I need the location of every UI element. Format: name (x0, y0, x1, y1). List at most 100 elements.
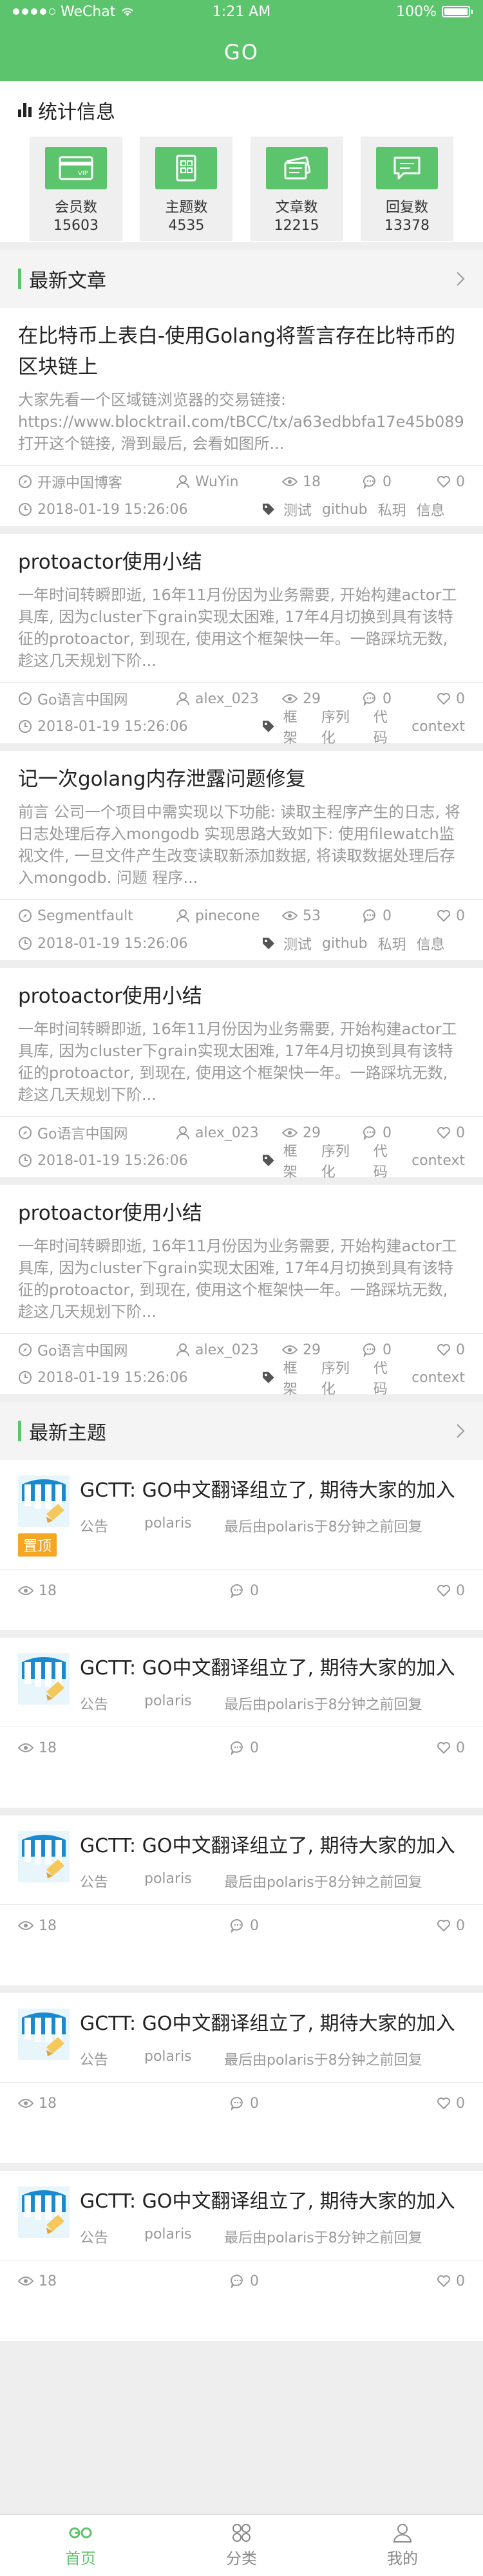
topic-title[interactable]: GCTT: GO中文翻译组立了, 期待大家的加入 (80, 2186, 465, 2217)
topic-author[interactable]: polaris (144, 1693, 224, 1714)
article-meta-date: 2018-01-19 15:26:06 框架 序列化 代码 context (18, 1144, 465, 1180)
avatar[interactable] (18, 1831, 70, 1891)
article-tag[interactable]: github (322, 502, 368, 518)
like-button[interactable]: 0 (437, 1740, 465, 1756)
article-card[interactable]: protoactor使用小结 一年时间转瞬即逝, 16年11月份因为业务需要, 开… (0, 1185, 483, 1397)
article-source[interactable]: Go语言中国网 (37, 1340, 128, 1360)
tab-mine[interactable]: 我的 (322, 2515, 483, 2576)
article-title[interactable]: protoactor使用小结 (18, 1198, 465, 1229)
stat-card-articles[interactable]: 文章数 12215 (250, 137, 343, 241)
article-meta-date: 2018-01-19 15:26:06 测试 github 私玥 信息 (18, 498, 465, 526)
like-count: 0 (456, 1124, 465, 1141)
like-button[interactable]: 0 (437, 2273, 465, 2289)
article-author[interactable]: pinecone (195, 908, 260, 924)
article-author[interactable]: alex_023 (195, 691, 259, 707)
like-button[interactable]: 0 (437, 1125, 465, 1141)
article-tag[interactable]: 序列化 (321, 1357, 363, 1398)
article-source[interactable]: 开源中国博客 (37, 471, 122, 492)
topic-card[interactable]: GCTT: GO中文翻译组立了, 期待大家的加入 公告 polaris 最后由pola… (0, 1993, 483, 2163)
article-card[interactable]: protoactor使用小结 一年时间转瞬即逝, 16年11月份因为业务需要, 开… (0, 968, 483, 1180)
topic-title[interactable]: GCTT: GO中文翻译组立了, 期待大家的加入 (80, 1831, 465, 1862)
article-title[interactable]: 在比特币上表白-使用Golang将誓言存在比特币的区块链上 (18, 321, 465, 383)
article-tag[interactable]: context (412, 719, 465, 735)
article-tag[interactable]: 信息 (417, 933, 445, 954)
avatar[interactable] (18, 1653, 70, 1714)
article-tag[interactable]: 框架 (283, 706, 311, 747)
article-author[interactable]: alex_023 (195, 1342, 259, 1358)
gopher-avatar-icon (18, 2009, 70, 2060)
article-title[interactable]: protoactor使用小结 (18, 547, 465, 578)
topic-title[interactable]: GCTT: GO中文翻译组立了, 期待大家的加入 (80, 1653, 465, 1684)
article-source[interactable]: Segmentfault (37, 908, 133, 924)
article-tags: 框架 序列化 代码 context (261, 1357, 465, 1398)
like-button[interactable]: 0 (437, 1342, 465, 1358)
topic-card[interactable]: GCTT: GO中文翻译组立了, 期待大家的加入 公告 polaris 最后由pola… (0, 1638, 483, 1808)
topic-author[interactable]: polaris (144, 1515, 224, 1536)
article-tag[interactable]: 测试 (283, 933, 312, 954)
topics-section-header[interactable]: 最新主题 (0, 1402, 483, 1460)
article-tag[interactable]: 私玥 (378, 499, 406, 520)
article-source[interactable]: Go语言中国网 (37, 688, 128, 709)
topic-card[interactable]: GCTT: GO中文翻译组立了, 期待大家的加入公告 polaris 最后由pola… (0, 1815, 483, 1985)
avatar[interactable] (18, 2009, 70, 2069)
like-button[interactable]: 0 (437, 1918, 465, 1934)
topic-card[interactable]: 置顶 GCTT: GO中文翻译组立了, 期待大家的加入 公告 polaris 最后由po… (0, 1460, 483, 1630)
like-button[interactable]: 0 (437, 691, 465, 707)
articles-section-header[interactable]: 最新文章 (0, 250, 483, 308)
like-count: 0 (456, 907, 465, 924)
article-summary: 一年时间转瞬即逝, 16年11月份因为业务需要, 开始构建actor工具库, 因… (18, 586, 457, 670)
like-button[interactable]: 0 (437, 1583, 465, 1599)
avatar[interactable] (18, 2186, 70, 2247)
article-tag[interactable]: 信息 (417, 499, 445, 520)
like-count: 0 (456, 1739, 465, 1756)
article-tag[interactable]: context (412, 1370, 465, 1386)
topic-node[interactable]: 公告 (80, 1693, 144, 1714)
stat-card-members[interactable]: VIP 会员数 15603 (30, 137, 122, 241)
topic-author[interactable]: polaris (144, 2226, 224, 2247)
article-tag[interactable]: 私玥 (378, 933, 406, 954)
topic-title[interactable]: GCTT: GO中文翻译组立了, 期待大家的加入 (80, 1475, 465, 1506)
topic-info: 公告 polaris 最后由polaris于8分钟之前回复 (80, 1871, 465, 1891)
topic-author[interactable]: polaris (144, 1871, 224, 1891)
article-tag[interactable]: 代码 (374, 1140, 401, 1181)
topic-title[interactable]: GCTT: GO中文翻译组立了, 期待大家的加入 (80, 2009, 465, 2040)
topic-node[interactable]: 公告 (80, 1515, 144, 1536)
article-title[interactable]: protoactor使用小结 (18, 981, 465, 1012)
article-source[interactable]: Go语言中国网 (37, 1122, 128, 1143)
article-tag[interactable]: context (412, 1153, 465, 1169)
article-summary: 大家先看一个区域链浏览器的交易链接: https://www.blocktrai… (18, 391, 465, 453)
topic-node[interactable]: 公告 (80, 2049, 144, 2069)
vip-card-icon: VIP (45, 147, 107, 189)
article-tag[interactable]: 框架 (283, 1140, 311, 1181)
stat-card-replies[interactable]: 回复数 13378 (360, 137, 453, 241)
topic-node[interactable]: 公告 (80, 1871, 144, 1891)
like-button[interactable]: 0 (437, 908, 465, 924)
articles-section-title: 最新文章 (29, 270, 106, 292)
like-button[interactable]: 0 (437, 474, 465, 490)
topic-card[interactable]: GCTT: GO中文翻译组立了, 期待大家的加入 公告 polaris 最后由pola… (0, 2171, 483, 2341)
article-tag[interactable]: 测试 (283, 499, 312, 520)
avatar[interactable]: 置顶 (18, 1475, 70, 1557)
article-author[interactable]: WuYin (195, 474, 239, 490)
article-card[interactable]: protoactor使用小结一年时间转瞬即逝, 16年11月份因为业务需要, 开… (0, 534, 483, 746)
like-count: 0 (456, 690, 465, 707)
article-tag[interactable]: 序列化 (321, 706, 363, 747)
article-tag[interactable]: 框架 (283, 1357, 311, 1398)
article-title[interactable]: 记一次golang内存泄露问题修复 (18, 764, 465, 795)
article-tag[interactable]: github (322, 936, 368, 952)
stat-value: 13378 (384, 218, 430, 234)
like-button[interactable]: 0 (437, 2096, 465, 2112)
topic-node[interactable]: 公告 (80, 2226, 144, 2247)
article-author[interactable]: alex_023 (195, 1125, 259, 1141)
tab-category[interactable]: 分类 (161, 2515, 322, 2576)
topic-list: 置顶 GCTT: GO中文翻译组立了, 期待大家的加入 公告 polaris 最后由po… (0, 1460, 483, 2341)
article-card[interactable]: 在比特币上表白-使用Golang将誓言存在比特币的区块链上 大家先看一个区域链浏览… (0, 308, 483, 526)
tab-home[interactable]: 首页 (0, 2515, 161, 2576)
stat-card-topics[interactable]: 主题数 4535 (140, 137, 233, 241)
article-card[interactable]: 记一次golang内存泄露问题修复 前言 公司一个项目中需实现以下功能: 读取主程… (0, 751, 483, 960)
stat-label: 文章数 (275, 200, 318, 216)
article-tag[interactable]: 代码 (374, 706, 401, 747)
article-tag[interactable]: 序列化 (321, 1140, 363, 1181)
topic-author[interactable]: polaris (144, 2049, 224, 2069)
article-tag[interactable]: 代码 (374, 1357, 401, 1398)
